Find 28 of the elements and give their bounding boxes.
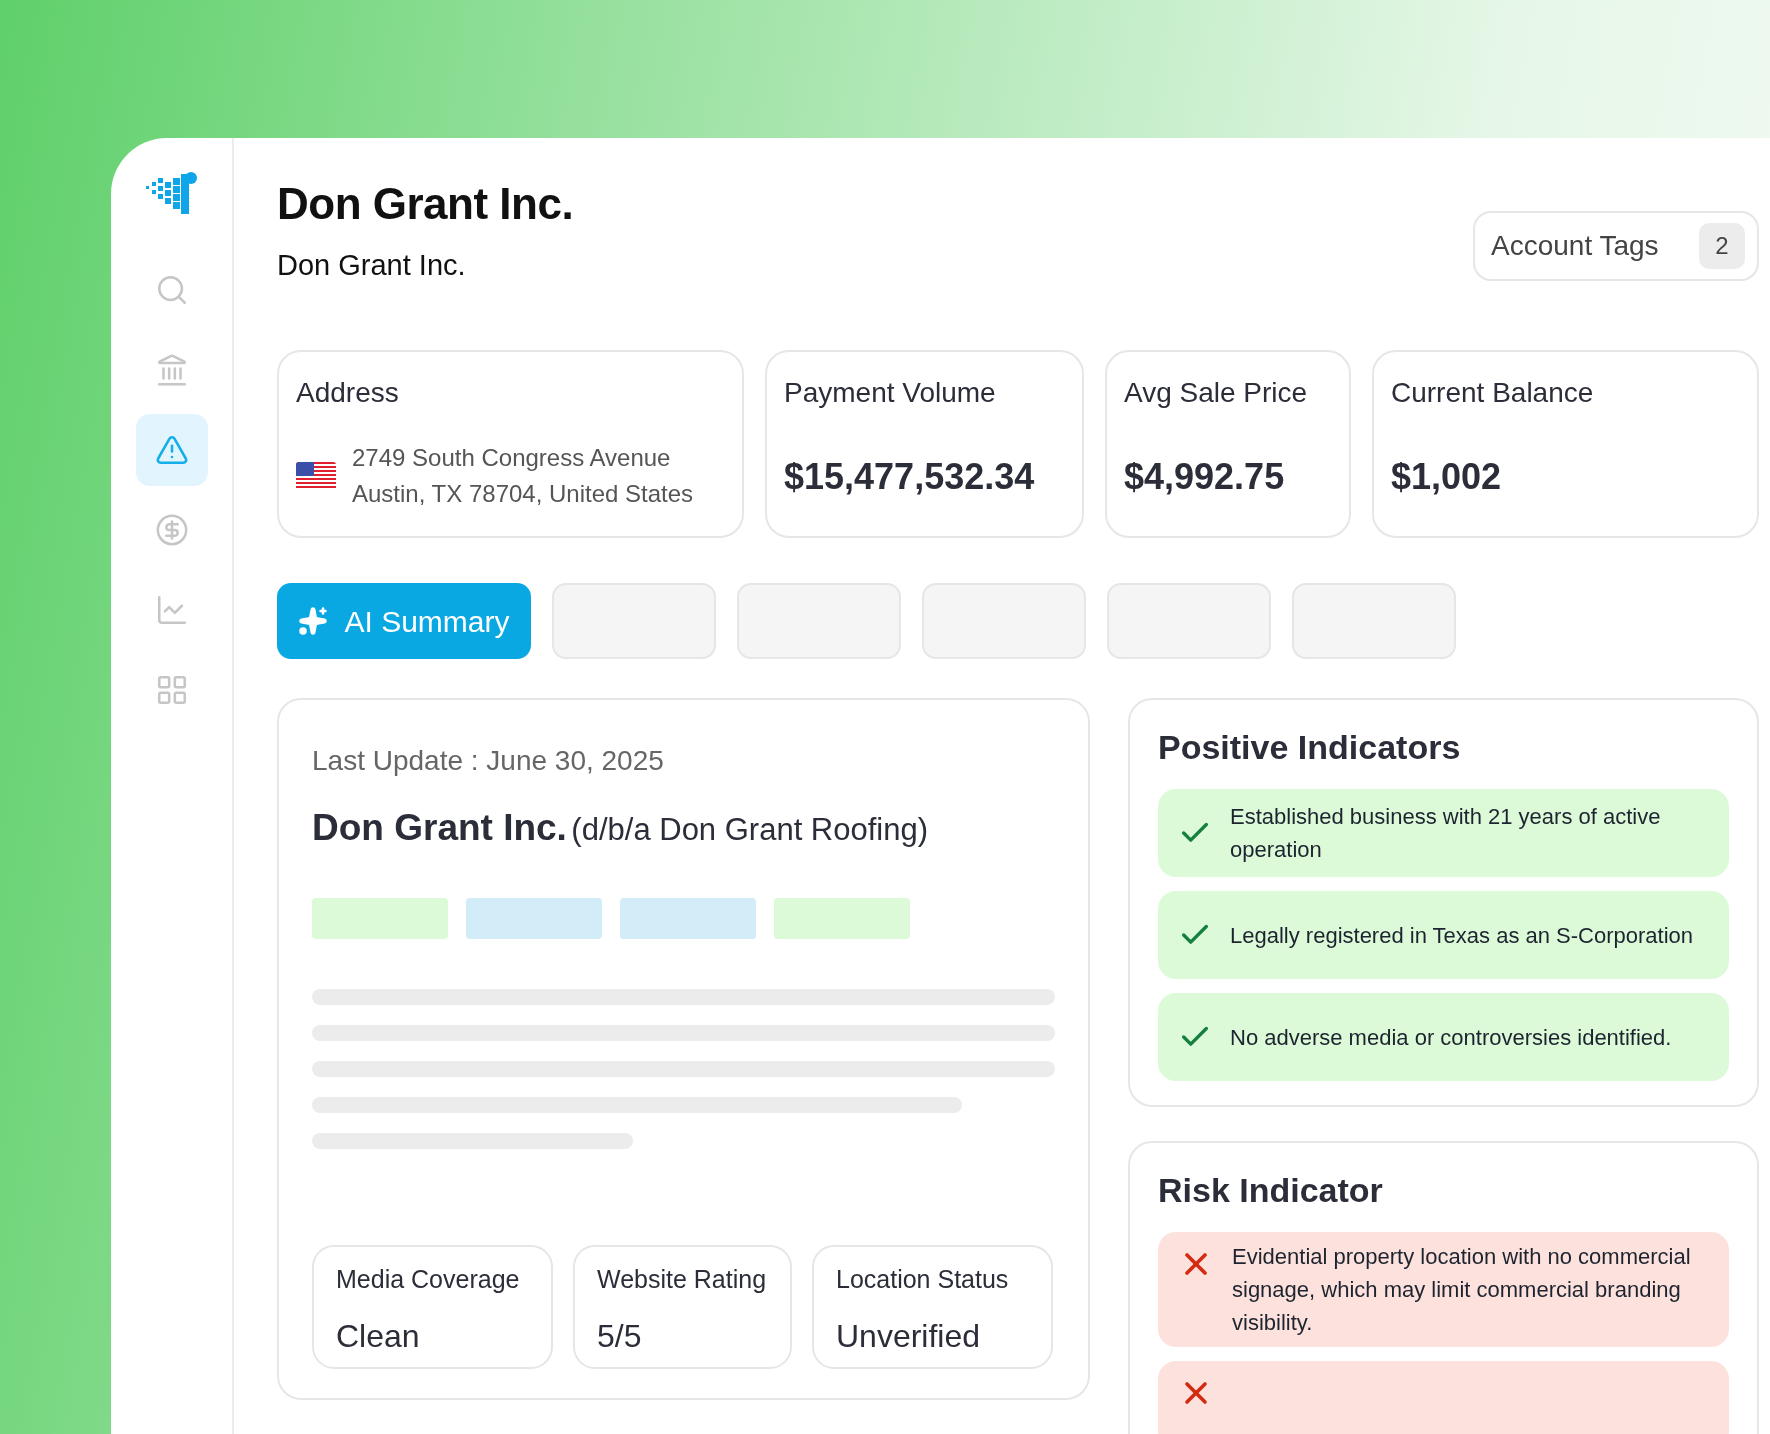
address-line: 2749 South Congress Avenue (352, 443, 672, 473)
page-title: Don Grant Inc. (277, 178, 574, 230)
stat-label: Location Status (836, 1263, 1010, 1295)
section-title: Positive Indicators (1158, 727, 1462, 768)
card-label: Address (296, 376, 400, 410)
metric-value: $15,477,532.34 (784, 455, 1036, 499)
card-label: Payment Volume (784, 376, 997, 410)
metric-value: $1,002 (1391, 455, 1503, 499)
stat-label: Website Rating (597, 1263, 768, 1295)
account-tags-button[interactable]: Account Tags 2 (1473, 211, 1759, 281)
indicator-text: Evidential property location with no commercial signage, which may limit commercial branding visibility. (1232, 1243, 1692, 1337)
stat-value: Unverified (836, 1317, 982, 1356)
indicator-text: No adverse media or controversies identified. (1230, 1023, 1672, 1052)
stat-label: Media Coverage (336, 1263, 521, 1295)
indicator-text: Legally registered in Texas as an S-Corporation (1230, 921, 1694, 950)
last-update: Last Update : June 30, 2025 (312, 744, 665, 778)
page-subtitle: Don Grant Inc. (277, 248, 467, 283)
address-line: Austin, TX 78704, United States (352, 479, 694, 509)
card-label: Avg Sale Price (1124, 376, 1309, 410)
stat-value: 5/5 (597, 1317, 643, 1356)
stat-value: Clean (336, 1317, 421, 1356)
section-title: Risk Indicator (1158, 1170, 1384, 1211)
metric-value: $4,992.75 (1124, 455, 1286, 499)
count-badge: 2 (1699, 223, 1745, 269)
card-label: Current Balance (1391, 376, 1595, 410)
account-tags-label: Account Tags (1491, 229, 1659, 263)
company-name: Don Grant Inc.(d/b/a Don Grant Roofing) (312, 806, 930, 850)
indicator-text: Established business with 21 years of active operation (1230, 803, 1662, 864)
